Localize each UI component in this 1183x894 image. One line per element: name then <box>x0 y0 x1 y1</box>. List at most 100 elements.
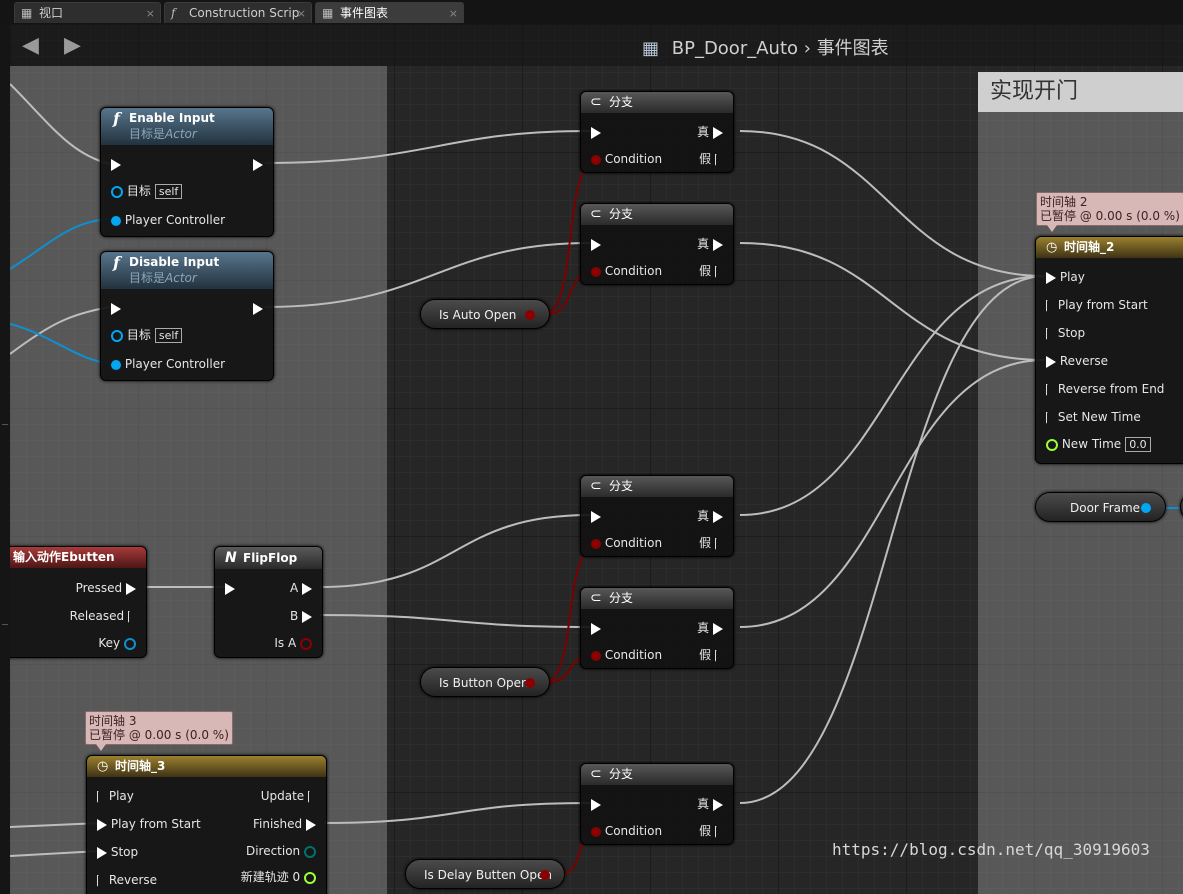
bool-pin-icon[interactable] <box>540 870 550 880</box>
node-header: ⊂ 分支 <box>581 204 733 225</box>
close-icon[interactable]: × <box>146 3 155 24</box>
play-from-start-pin[interactable]: Play from Start <box>1046 298 1148 312</box>
branch-icon: ⊂ <box>590 478 602 494</box>
branch-node-1[interactable]: ⊂ 分支 真 Condition 假 <box>580 91 734 173</box>
set-new-time-pin[interactable]: Set New Time <box>1046 410 1141 424</box>
tab-event-graph[interactable]: ▦ 事件图表 × <box>315 2 464 23</box>
is-auto-open-variable[interactable]: Is Auto Open <box>420 299 550 329</box>
update-pin[interactable]: Update <box>261 789 316 803</box>
disable-input-node[interactable]: f Disable Input 目标是Actor 目标 self Player C… <box>100 251 274 381</box>
pressed-pin[interactable]: Pressed <box>76 581 136 595</box>
breadcrumb-graph[interactable]: 事件图表 <box>817 38 889 59</box>
play-pin[interactable]: Play <box>97 789 134 803</box>
exec-in-pin[interactable] <box>591 797 601 811</box>
forward-arrow-icon[interactable]: ▶ <box>64 33 81 58</box>
player-controller-pin[interactable]: Player Controller <box>111 213 225 227</box>
node-header: ◷ 时间轴_3 <box>87 756 326 777</box>
object-pin-icon[interactable] <box>1141 503 1151 513</box>
node-subtitle: 目标是Actor <box>129 271 197 285</box>
flipflop-node[interactable]: N FlipFlop A B Is A <box>214 546 323 658</box>
tab-viewport[interactable]: ▦ 视口 × <box>14 2 161 23</box>
exec-in-pin[interactable] <box>225 581 235 595</box>
close-icon[interactable]: × <box>449 3 458 24</box>
tab-construction-script[interactable]: f Construction Scrip × <box>164 2 312 23</box>
b-pin[interactable]: B <box>290 609 312 623</box>
function-icon: f <box>113 109 120 128</box>
condition-pin[interactable]: Condition <box>591 264 662 278</box>
false-pin[interactable]: 假 <box>699 824 723 838</box>
a-pin[interactable]: A <box>290 581 312 595</box>
play-pin[interactable]: Play <box>1046 270 1085 284</box>
node-title: 分支 <box>609 479 634 493</box>
target-pin[interactable]: 目标 self <box>111 328 183 343</box>
is-button-open-variable[interactable]: Is Button Open <box>420 667 550 697</box>
branch-node-2[interactable]: ⊂ 分支 真 Condition 假 <box>580 203 734 285</box>
target-pin[interactable]: 目标 self <box>111 184 183 199</box>
clock-icon: ◷ <box>1046 240 1058 255</box>
timeline3-node[interactable]: ◷ 时间轴_3 Play Play from Start Stop Revers… <box>86 755 327 894</box>
new-track-pin[interactable]: 新建轨迹 0 <box>241 870 316 884</box>
node-title: FlipFlop <box>243 551 298 565</box>
true-pin[interactable]: 真 <box>697 509 723 523</box>
node-title: 分支 <box>609 767 634 781</box>
false-pin[interactable]: 假 <box>699 264 723 278</box>
branch-icon: ⊂ <box>590 766 602 782</box>
true-pin[interactable]: 真 <box>697 237 723 251</box>
self-value[interactable]: self <box>154 328 183 343</box>
node-title: 分支 <box>609 591 634 605</box>
exec-out-pin[interactable] <box>253 301 263 315</box>
key-pin[interactable]: Key <box>98 636 136 650</box>
false-pin[interactable]: 假 <box>699 648 723 662</box>
stop-pin[interactable]: Stop <box>97 845 138 859</box>
branch-node-4[interactable]: ⊂ 分支 真 Condition 假 <box>580 587 734 669</box>
play-from-start-pin[interactable]: Play from Start <box>97 817 201 831</box>
exec-in-pin[interactable] <box>111 157 121 171</box>
node-header: 输入动作Ebutten <box>10 547 146 568</box>
new-time-value[interactable]: 0.0 <box>1125 437 1151 452</box>
bool-pin-icon[interactable] <box>525 678 535 688</box>
condition-pin[interactable]: Condition <box>591 536 662 550</box>
breadcrumb-separator: › <box>803 38 811 59</box>
bool-pin-icon[interactable] <box>525 310 535 320</box>
true-pin[interactable]: 真 <box>697 621 723 635</box>
back-arrow-icon[interactable]: ◀ <box>22 33 39 58</box>
false-pin[interactable]: 假 <box>699 152 723 166</box>
true-pin[interactable]: 真 <box>697 797 723 811</box>
true-pin[interactable]: 真 <box>697 125 723 139</box>
reverse-from-end-pin[interactable]: Reverse from End <box>1046 382 1164 396</box>
branch-icon: ⊂ <box>590 590 602 606</box>
node-title: Enable Input <box>129 111 215 125</box>
is-delay-button-open-variable[interactable]: Is Delay Butten Open <box>405 859 565 889</box>
exec-in-pin[interactable] <box>111 301 121 315</box>
branch-node-5[interactable]: ⊂ 分支 真 Condition 假 <box>580 763 734 845</box>
exec-in-pin[interactable] <box>591 509 601 523</box>
is-a-pin[interactable]: Is A <box>274 636 312 650</box>
exec-in-pin[interactable] <box>591 125 601 139</box>
breadcrumb-blueprint[interactable]: BP_Door_Auto <box>672 38 798 59</box>
stop-pin[interactable]: Stop <box>1046 326 1085 340</box>
released-pin[interactable]: Released <box>70 609 136 623</box>
self-value[interactable]: self <box>154 184 183 199</box>
condition-pin[interactable]: Condition <box>591 648 662 662</box>
condition-pin[interactable]: Condition <box>591 152 662 166</box>
enable-input-node[interactable]: f Enable Input 目标是Actor 目标 self Player Co… <box>100 107 274 237</box>
finished-pin[interactable]: Finished <box>253 817 316 831</box>
close-icon[interactable]: × <box>297 3 306 24</box>
condition-pin[interactable]: Condition <box>591 824 662 838</box>
exec-in-pin[interactable] <box>591 237 601 251</box>
exec-out-pin[interactable] <box>253 157 263 171</box>
player-controller-pin[interactable]: Player Controller <box>111 357 225 371</box>
left-panel-edge <box>0 24 10 894</box>
reverse-pin[interactable]: Reverse <box>97 873 157 887</box>
input-action-node[interactable]: 输入动作Ebutten Pressed Released Key <box>10 546 147 658</box>
direction-pin[interactable]: Direction <box>246 844 316 858</box>
door-frame-variable[interactable]: Door Frame <box>1035 492 1166 522</box>
new-time-pin[interactable]: New Time 0.0 <box>1046 437 1151 452</box>
graph-canvas[interactable]: 实现开门 ◀ ▶ ▦ BP_Door_Auto › 事件图表 f Enable … <box>10 24 1183 894</box>
false-pin[interactable]: 假 <box>699 536 723 550</box>
reverse-pin[interactable]: Reverse <box>1046 354 1108 368</box>
timeline2-node[interactable]: ◷ 时间轴_2 Play Play from Start Stop Revers… <box>1035 236 1183 464</box>
branch-node-3[interactable]: ⊂ 分支 真 Condition 假 <box>580 475 734 557</box>
exec-in-pin[interactable] <box>591 621 601 635</box>
node-header: ⊂ 分支 <box>581 588 733 609</box>
